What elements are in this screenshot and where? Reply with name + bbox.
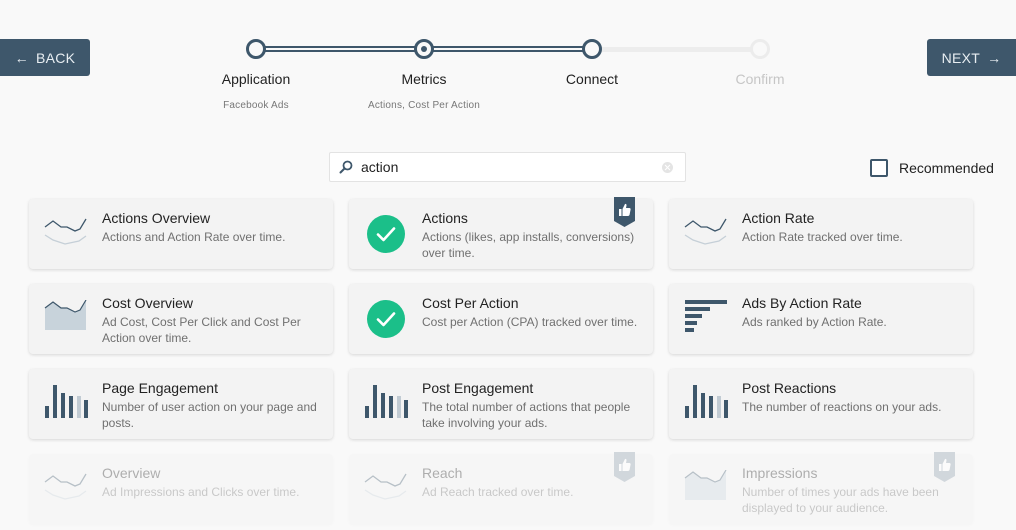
metric-card-description: Cost per Action (CPA) tracked over time. <box>422 315 638 329</box>
metric-card[interactable]: Cost Overview Ad Cost, Cost Per Click and… <box>29 284 333 354</box>
metric-card[interactable]: Reach Ad Reach tracked over time. <box>349 452 653 524</box>
step-dot-confirm <box>750 39 770 59</box>
recommended-checkbox[interactable] <box>870 159 888 177</box>
line-chart-icon <box>684 218 727 245</box>
metric-card-title: Ads By Action Rate <box>742 295 862 311</box>
bar-chart-icon <box>365 385 408 418</box>
check-circle-icon <box>367 300 405 338</box>
metric-card-description: Number of user action on your page and p… <box>102 400 317 430</box>
metric-card[interactable]: Ads By Action Rate Ads ranked by Action R… <box>669 284 973 354</box>
line-chart-icon <box>44 218 87 245</box>
bar-chart-icon <box>45 385 88 418</box>
metric-card-title: Cost Overview <box>102 295 194 311</box>
search-input[interactable] <box>361 159 651 175</box>
step-dot-application[interactable] <box>246 39 266 59</box>
step-label-confirm: Confirm <box>735 71 785 87</box>
metric-card[interactable]: Page Engagement Number of user action on … <box>29 369 333 439</box>
metric-card[interactable]: Actions Overview Actions and Action Rate … <box>29 199 333 269</box>
search-icon <box>339 160 353 174</box>
step-label-application: Application <box>221 71 291 87</box>
check-circle-icon <box>367 215 405 253</box>
recommended-badge <box>614 452 635 482</box>
metric-card-title: Cost Per Action <box>422 295 519 311</box>
step-connector <box>600 47 752 52</box>
metric-card[interactable]: Impressions Number of times your ads have… <box>669 452 973 524</box>
step-label-connect: Connect <box>565 71 619 87</box>
recommended-badge <box>614 197 635 227</box>
step-connector <box>432 46 584 52</box>
metric-card-title: Impressions <box>742 465 818 481</box>
metric-card-title: Action Rate <box>742 210 815 226</box>
metric-card-description: Ad Cost, Cost Per Click and Cost Per Act… <box>102 315 301 345</box>
area-chart-icon <box>684 470 727 500</box>
metric-card-description: Actions and Action Rate over time. <box>102 230 286 244</box>
metric-card-description: Ads ranked by Action Rate. <box>742 315 887 329</box>
step-sub-application: Facebook Ads <box>223 100 289 111</box>
metric-card-description: Action Rate tracked over time. <box>742 230 903 244</box>
metric-card-description: Ad Impressions and Clicks over time. <box>102 485 300 499</box>
metric-card-title: Reach <box>422 465 463 481</box>
bar-chart-icon <box>685 385 728 418</box>
metric-card[interactable]: Post Engagement The total number of actio… <box>349 369 653 439</box>
recommended-label: Recommended <box>899 160 994 176</box>
metric-card-title: Overview <box>102 465 161 481</box>
progress-stepper: Application Metrics Connect Confirm Face… <box>0 0 1016 120</box>
ranked-bars-icon <box>685 300 727 332</box>
metric-card[interactable]: Overview Ad Impressions and Clicks over t… <box>29 454 333 524</box>
line-chart-icon <box>364 473 407 500</box>
metric-card-title: Post Reactions <box>742 380 837 396</box>
metric-card-description: Ad Reach tracked over time. <box>422 485 574 499</box>
metric-card[interactable]: Post Reactions The number of reactions on… <box>669 369 973 439</box>
metric-card-title: Actions Overview <box>102 210 211 226</box>
metric-card-description: The total number of actions that people … <box>422 400 631 430</box>
step-connector <box>264 46 416 52</box>
area-chart-icon <box>44 300 87 330</box>
step-label-metrics: Metrics <box>401 71 447 87</box>
metric-card-description: The number of reactions on your ads. <box>742 400 942 414</box>
metric-card[interactable]: Cost Per Action Cost per Action (CPA) tra… <box>349 284 653 354</box>
metric-card[interactable]: Action Rate Action Rate tracked over time… <box>669 199 973 269</box>
clear-icon[interactable] <box>662 162 673 173</box>
step-sub-metrics: Actions, Cost Per Action <box>367 100 481 111</box>
metric-card[interactable]: Actions Actions (likes, app installs, con… <box>349 197 653 269</box>
line-chart-icon <box>44 473 87 500</box>
metric-card-title: Page Engagement <box>102 380 218 396</box>
step-dot-metrics[interactable] <box>414 39 434 59</box>
metric-card-description: Actions (likes, app installs, conversion… <box>422 230 635 260</box>
recommended-filter[interactable]: Recommended <box>870 159 994 177</box>
search-box <box>329 152 686 182</box>
step-dot-connect[interactable] <box>582 39 602 59</box>
metric-card-title: Actions <box>422 210 468 226</box>
metric-card-description: Number of times your ads have been displ… <box>742 485 939 515</box>
metric-card-title: Post Engagement <box>422 380 534 396</box>
recommended-badge <box>934 452 955 482</box>
